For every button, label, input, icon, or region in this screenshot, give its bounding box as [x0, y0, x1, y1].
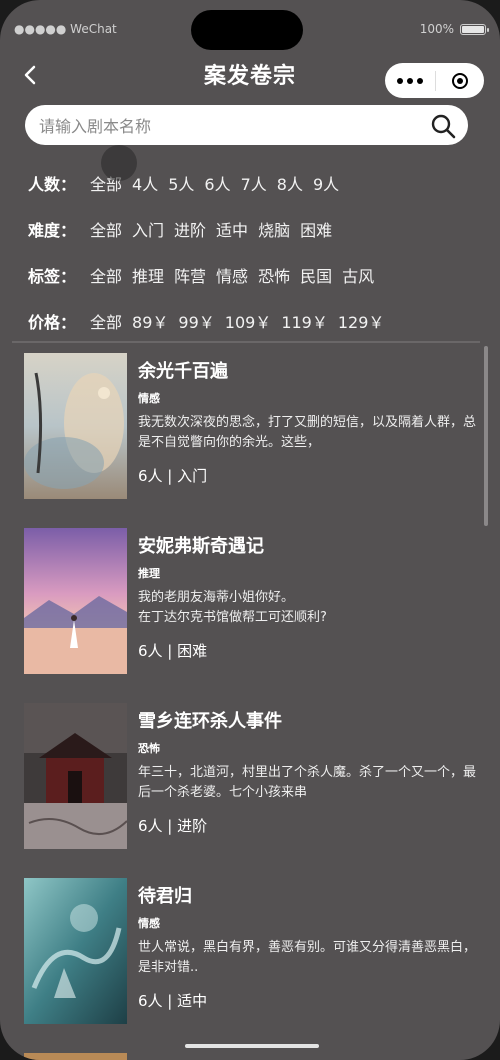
- filter-option[interactable]: 4人: [132, 171, 158, 195]
- carrier-label: ●●●●● WeChat: [14, 22, 117, 36]
- filter-option[interactable]: 119￥: [281, 309, 328, 333]
- next-cover-peek: [24, 1053, 127, 1060]
- filter-option[interactable]: 适中: [216, 217, 248, 241]
- filter-label: 价格：: [28, 313, 77, 332]
- battery-icon: [460, 23, 489, 35]
- script-description: 世人常说，黑白有界，善恶有别。可谁又分得清善恶黑白，是非对错..: [138, 940, 477, 975]
- script-title: 余光千百遍: [138, 361, 228, 382]
- script-card[interactable]: 待君归 情感 世人常说，黑白有界，善恶有别。可谁又分得清善恶黑白，是非对错.. …: [24, 878, 478, 1053]
- filter-label: 人数：: [28, 175, 77, 194]
- script-title: 安妮弗斯奇遇记: [138, 536, 264, 557]
- filter-label: 标签：: [28, 267, 77, 286]
- search-input[interactable]: [37, 105, 421, 147]
- battery-percent: 100%: [419, 22, 454, 36]
- cover-image: [24, 528, 127, 674]
- script-card[interactable]: 安妮弗斯奇遇记 推理 我的老朋友海蒂小姐你好。 在丁达尔克书馆做帮工可还顺利? …: [24, 528, 478, 703]
- script-list[interactable]: 余光千百遍 情感 我无数次深夜的思念，打了又删的短信，以及隔着人群，总是不自觉瞥…: [24, 353, 478, 1053]
- script-card[interactable]: 余光千百遍 情感 我无数次深夜的思念，打了又删的短信，以及隔着人群，总是不自觉瞥…: [24, 353, 478, 528]
- target-circle-icon: [452, 72, 468, 89]
- script-meta: 6人 | 困难: [138, 642, 208, 660]
- filter-row-difficulty: 难度： 全部 入门 进阶 适中 烧脑 困难: [28, 206, 480, 252]
- filter-row-players: 人数： 全部 4人 5人 6人 7人 8人 9人: [28, 160, 480, 206]
- scrollbar[interactable]: [484, 346, 488, 526]
- search-bar: [25, 105, 468, 147]
- script-title: 雪乡连环杀人事件: [138, 711, 282, 732]
- script-meta: 6人 | 进阶: [138, 817, 208, 835]
- filter-option[interactable]: 全部: [90, 309, 122, 333]
- cover-image: [24, 353, 127, 499]
- filter-option[interactable]: 阵营: [174, 263, 206, 287]
- filter-option[interactable]: 89￥: [132, 309, 168, 333]
- filter-option[interactable]: 99￥: [178, 309, 214, 333]
- filter-option[interactable]: 烧脑: [258, 217, 290, 241]
- script-meta: 6人 | 适中: [138, 992, 208, 1010]
- script-title: 待君归: [138, 886, 192, 907]
- script-description: 我无数次深夜的思念，打了又删的短信，以及隔着人群，总是不自觉瞥向你的余光。这些，: [138, 415, 477, 450]
- filter-option[interactable]: 困难: [300, 217, 332, 241]
- filter-option[interactable]: 9人: [313, 171, 339, 195]
- phone-screen: ●●●●● WeChat 100% 案发卷宗 人数： 全部 4人: [0, 0, 500, 1060]
- script-meta: 6人 | 入门: [138, 467, 208, 485]
- filter-option[interactable]: 7人: [241, 171, 267, 195]
- cover-image: [24, 878, 127, 1024]
- script-tag: 恐怖: [138, 742, 160, 755]
- close-mini-program-button[interactable]: [436, 72, 484, 89]
- divider: [12, 341, 480, 343]
- filter-option[interactable]: 恐怖: [258, 263, 290, 287]
- filter-option[interactable]: 情感: [216, 263, 248, 287]
- filter-panel: 人数： 全部 4人 5人 6人 7人 8人 9人 难度： 全部 入门 进阶 适中…: [28, 160, 480, 344]
- filter-option[interactable]: 古风: [342, 263, 374, 287]
- home-indicator[interactable]: [185, 1044, 319, 1048]
- filter-option[interactable]: 推理: [132, 263, 164, 287]
- filter-option[interactable]: 进阶: [174, 217, 206, 241]
- script-card[interactable]: 雪乡连环杀人事件 恐怖 年三十，北道河，村里出了个杀人魔。杀了一个又一个，最后一…: [24, 703, 478, 878]
- filter-option[interactable]: 109￥: [225, 309, 272, 333]
- script-description: 我的老朋友海蒂小姐你好。 在丁达尔克书馆做帮工可还顺利?: [138, 590, 327, 625]
- status-bar: ●●●●● WeChat 100%: [14, 22, 489, 38]
- filter-option[interactable]: 6人: [204, 171, 230, 195]
- filter-option[interactable]: 8人: [277, 171, 303, 195]
- filter-option[interactable]: 入门: [132, 217, 164, 241]
- filter-option[interactable]: 全部: [90, 217, 122, 241]
- touch-indicator: [101, 145, 137, 181]
- more-menu-icon[interactable]: [385, 77, 435, 84]
- filter-option[interactable]: 民国: [300, 263, 332, 287]
- mini-program-capsule: [385, 63, 484, 98]
- script-tag: 推理: [138, 567, 160, 580]
- script-tag: 情感: [138, 917, 160, 930]
- filter-label: 难度：: [28, 221, 77, 240]
- script-description: 年三十，北道河，村里出了个杀人魔。杀了一个又一个，最后一个杀老婆。七个小孩来串: [138, 765, 477, 800]
- filter-row-tags: 标签： 全部 推理 阵营 情感 恐怖 民国 古风: [28, 252, 480, 298]
- filter-option[interactable]: 5人: [168, 171, 194, 195]
- filter-option[interactable]: 129￥: [338, 309, 385, 333]
- script-tag: 情感: [138, 392, 160, 405]
- search-icon[interactable]: [430, 113, 456, 139]
- filter-row-price: 价格： 全部 89￥ 99￥ 109￥ 119￥ 129￥: [28, 298, 480, 344]
- filter-option[interactable]: 全部: [90, 263, 122, 287]
- nav-bar: 案发卷宗: [0, 56, 500, 98]
- cover-image: [24, 703, 127, 849]
